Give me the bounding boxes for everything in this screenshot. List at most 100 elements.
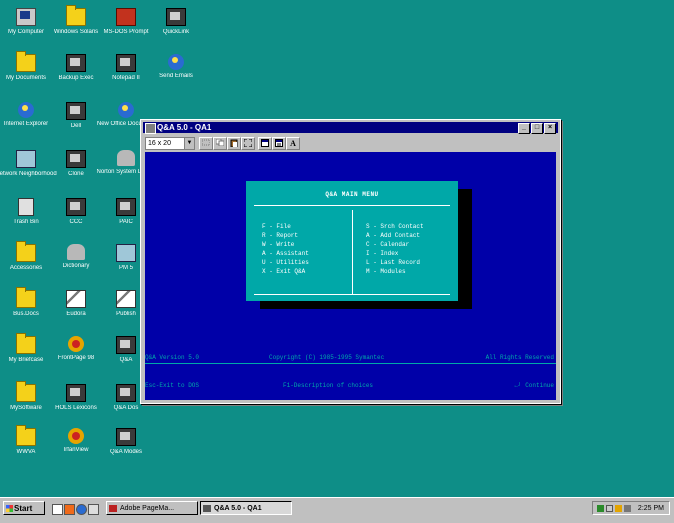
menu-item[interactable]: R - Report [262, 231, 309, 240]
maximize-button[interactable]: □ [531, 123, 543, 134]
menu-item[interactable]: A - Assistant [262, 249, 309, 258]
folder-icon [16, 381, 36, 402]
desktop-icon[interactable]: Send Emails [145, 54, 207, 80]
menu-item[interactable]: A - Add Contact [366, 231, 424, 240]
desktop-icon[interactable]: QuickLink [145, 8, 207, 36]
tray-scheduler-icon[interactable] [615, 505, 622, 512]
task-button-qa[interactable]: Q&A 5.0 - QA1 [200, 501, 292, 515]
folder-icon [16, 287, 36, 308]
publish-icon [116, 290, 136, 308]
pagemaker-icon [109, 505, 117, 512]
desktop-icon-label: Q&A Modes [109, 449, 142, 455]
status-divider [145, 363, 556, 364]
menu-item[interactable]: X - Exit Q&A [262, 267, 309, 276]
menu-top-divider [254, 205, 450, 206]
backup-exec-icon [66, 54, 86, 72]
paic-icon [116, 198, 136, 216]
paste-icon [230, 139, 238, 147]
my-computer-icon [16, 8, 36, 26]
irfanview-icon [68, 428, 84, 444]
speaker-icon[interactable] [624, 505, 631, 512]
menu-item[interactable]: L - Last Record [366, 258, 424, 267]
start-button[interactable]: Start [3, 501, 45, 515]
copyright-text: Copyright (C) 1985-1995 Symantec [269, 354, 385, 361]
pagemaker-icon [116, 244, 136, 262]
menu-item[interactable]: F - File [262, 222, 309, 231]
background-button[interactable] [272, 137, 286, 150]
clone-icon [66, 150, 86, 168]
paste-button[interactable] [227, 137, 241, 150]
folder-icon [16, 241, 36, 262]
my-documents-icon [16, 51, 36, 72]
window-title-bar[interactable]: Q&A 5.0 - QA1 _ □ × [143, 122, 558, 134]
network-icon [16, 150, 36, 168]
dictionary-icon [67, 244, 85, 260]
window-title: Q&A 5.0 - QA1 [157, 123, 212, 132]
menu-item[interactable]: I - Index [366, 249, 424, 258]
esc-hint[interactable]: Esc-Exit to DOS [145, 382, 199, 389]
background-icon [275, 139, 283, 147]
folder-icon [16, 425, 36, 446]
start-label: Start [14, 504, 33, 513]
fullscreen-button[interactable] [241, 137, 255, 150]
dell-icon [66, 102, 86, 120]
notepad-icon [116, 54, 136, 72]
chevron-down-icon[interactable]: ▼ [184, 138, 194, 149]
hols-icon [66, 384, 86, 402]
menu-title: Q&A MAIN MENU [325, 191, 379, 198]
system-tray: 2:25 PM [592, 501, 670, 515]
close-button[interactable]: × [544, 123, 556, 134]
menu-bottom-divider [254, 294, 450, 295]
qa-modes-icon [116, 428, 136, 446]
task-button-pagemaker[interactable]: Adobe PageMa... [106, 501, 198, 515]
font-size-select[interactable]: 16 x 20 ▼ [145, 137, 195, 150]
clock[interactable]: 2:25 PM [638, 502, 664, 515]
windows-logo-icon [6, 505, 13, 512]
fullscreen-icon [244, 139, 252, 147]
properties-button[interactable] [258, 137, 272, 150]
minimize-button[interactable]: _ [518, 123, 530, 134]
dos-screen[interactable]: Q&A MAIN MENU F - File R - Report W - Writ… [145, 152, 556, 400]
internet-explorer-icon [18, 102, 34, 118]
window-toolbar: 16 x 20 ▼ A [143, 135, 558, 151]
version-text: Q&A Version 5.0 [145, 354, 200, 361]
font-button[interactable]: A [286, 137, 300, 150]
quicklaunch-outlook-icon[interactable] [88, 504, 99, 515]
menu-item[interactable]: W - Write [262, 240, 309, 249]
quicklaunch-app-icon[interactable] [64, 504, 75, 515]
desktop-icon-label: QuickLink [162, 29, 190, 35]
mark-button[interactable] [199, 137, 213, 150]
f1-hint[interactable]: F1-Description of choices [283, 382, 373, 389]
show-desktop-icon[interactable] [52, 504, 63, 515]
quicklaunch-ie-icon[interactable] [76, 504, 87, 515]
menu-item[interactable]: M - Modules [366, 267, 424, 276]
send-emails-icon [168, 54, 184, 70]
qa-app-icon[interactable] [145, 123, 156, 134]
menu-item[interactable]: S - Srch Contact [366, 222, 424, 231]
tray-network-icon[interactable] [597, 505, 604, 512]
frontpage-icon [68, 336, 84, 352]
qa-window[interactable]: Q&A 5.0 - QA1 _ □ × 16 x 20 ▼ A Q&A MAIN… [140, 119, 561, 404]
menu-column-divider [352, 210, 353, 294]
qa-icon [116, 336, 136, 354]
eudora-icon [66, 290, 86, 308]
menu-item[interactable]: U - Utilities [262, 258, 309, 267]
copy-button[interactable] [213, 137, 227, 150]
mark-icon [202, 139, 210, 146]
copy-icon [216, 139, 224, 146]
norton-icon [117, 150, 135, 166]
folder-icon [16, 333, 36, 354]
menu-left-column: F - File R - Report W - Write A - Assistant… [262, 222, 309, 276]
desktop-icon[interactable]: Q&A Modes [95, 428, 157, 456]
tray-display-icon[interactable] [606, 505, 613, 512]
menu-item[interactable]: C - Calendar [366, 240, 424, 249]
font-size-value: 16 x 20 [148, 140, 171, 147]
continue-hint[interactable]: ←┘ Continue [514, 382, 554, 389]
ccc-icon [66, 198, 86, 216]
task-label: Q&A 5.0 - QA1 [214, 505, 262, 512]
task-label: Adobe PageMa... [120, 505, 175, 512]
folder-icon [66, 5, 86, 26]
recycle-bin-icon [18, 198, 34, 216]
menu-right-column: S - Srch Contact A - Add Contact C - Calen… [366, 222, 424, 276]
office-doc-icon [118, 102, 134, 118]
